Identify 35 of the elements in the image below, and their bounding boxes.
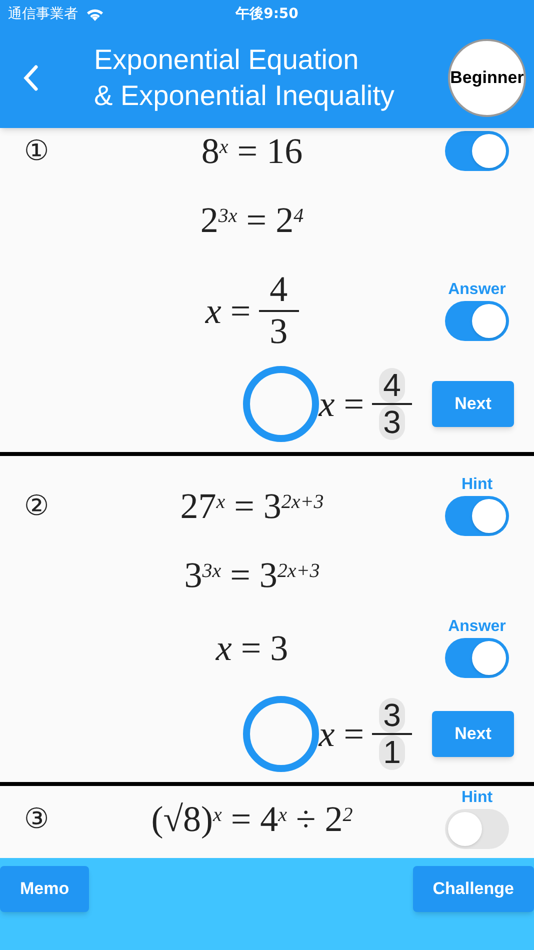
problem-number: ② [24,488,50,524]
challenge-button[interactable]: Challenge [412,866,534,912]
level-badge: Beginner [448,39,526,117]
toggle-switch[interactable] [445,131,509,171]
problem-number: ③ [24,801,50,837]
equation-text: 27$^{x}$ = 3$^{2x+3}$ [180,486,324,526]
equation-text: (√8)$^{x}$ = 4$^{x}$ ÷ 2$^{2}$ [151,799,353,839]
page-title: Exponential Equation [94,43,360,77]
equation-text: x = [318,384,364,424]
carrier-text: 通信事業者 [8,4,78,24]
toggle-label: Answer [448,618,506,636]
toggle-label: Hint [461,476,493,494]
time-text: 午後9:50 [236,4,298,24]
toggle-switch[interactable] [445,638,509,678]
equation-text: 8$^{x}$ = 16 [201,131,303,171]
fraction: 3 1 [372,698,412,770]
equation-text: x = [318,714,364,754]
equation-text: x = 3 [216,628,288,668]
wifi-icon [86,8,104,20]
toggle-switch[interactable] [445,301,509,341]
next-button[interactable]: Next [432,381,514,427]
page-title: & Exponential Inequality [94,79,396,113]
toggle-label: Answer [448,281,506,299]
back-icon [23,65,39,91]
equation-text: 3$^{3x}$ = 3$^{2x+3}$ [184,555,320,595]
fraction: 4 3 [258,270,299,352]
fraction: 4 3 [372,368,412,440]
problem-number: ① [24,133,50,169]
memo-button[interactable]: Memo [0,866,90,912]
equation-text: 2$^{3x}$ = 2$^{4}$ [200,200,304,240]
equation-text: x = [205,291,251,331]
toggle-switch[interactable] [445,496,509,536]
toggle-label: Hint [461,789,493,807]
toggle-switch[interactable] [445,809,509,849]
next-button[interactable]: Next [432,711,514,757]
